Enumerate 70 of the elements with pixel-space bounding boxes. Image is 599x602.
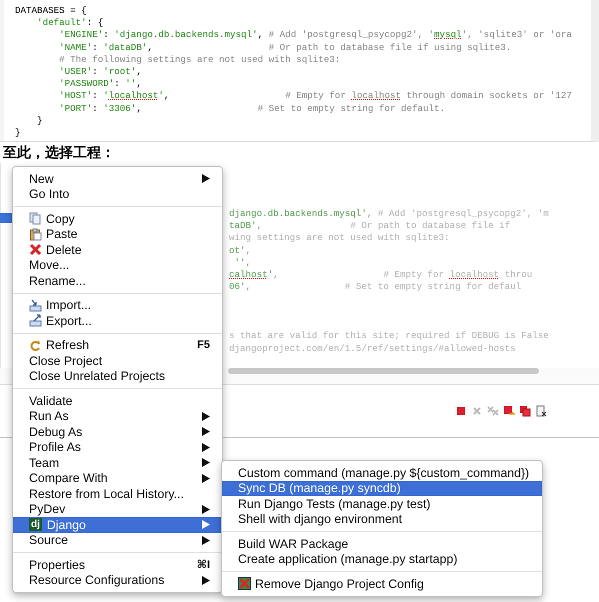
submenu-arrow-icon: [202, 576, 210, 585]
heading: 至此，选择工程：: [2, 143, 116, 162]
menu-item[interactable]: Copy: [13, 211, 222, 226]
editor-line: django.db.backends.mysql', # Add 'postgresql_psycopg2', 'm: [229, 208, 550, 220]
code-line: 'ENGINE': 'django.db.backends.mysql', # Add 'postgresql_psycopg2', 'mysql', 'sqlite3' or 'ora: [58, 29, 573, 42]
import-icon: [29, 298, 42, 312]
menu-item[interactable]: Remove Django Project Config: [222, 576, 542, 592]
menu-item[interactable]: Run As: [13, 408, 222, 424]
code-line: 'HOST': 'localhost', # Empty for localhost through domain sockets or '127: [58, 90, 573, 102]
menu-item[interactable]: Build WAR Package: [222, 536, 542, 552]
code-line: }: [36, 114, 44, 127]
code-line: DATABASES = {: [15, 5, 88, 18]
stop-icon: [455, 405, 467, 417]
editor-line: calhost', # Empty for localhost throu: [229, 268, 534, 282]
menu-item[interactable]: Properties ⌘I: [13, 557, 222, 572]
editor-line: wing settings are not used with sqlite3:: [229, 232, 451, 245]
code-line: 'PORT': '3306', # Set to empty string for default.: [58, 102, 446, 115]
close-icon: [471, 405, 483, 417]
editor-line: djangoproject.com/en/1.5/ref/settings/#allowed-hosts: [229, 342, 517, 355]
menu-item[interactable]: Go Into: [13, 186, 222, 202]
export-icon: [29, 314, 42, 328]
refresh-icon: [29, 338, 42, 352]
editor-line: taDB', # Or path to database file if: [229, 220, 512, 232]
menu-item[interactable]: Paste: [13, 226, 222, 242]
remove-config-icon: [238, 577, 251, 590]
editor-line: 06', # Set to empty string for defaul: [229, 281, 522, 294]
editor-line: s that are valid for this site; required if DEBUG is False: [229, 330, 550, 342]
menu-item[interactable]: Restore from Local History...: [13, 486, 222, 502]
delete-icon: [29, 243, 42, 256]
menu-item[interactable]: Compare With: [13, 470, 222, 486]
document-icon: [535, 405, 547, 417]
code-line: 'PASSWORD': '',: [58, 78, 143, 90]
close-all-icon: [487, 405, 499, 417]
code-line: # The following settings are not used with sqlite3:: [58, 54, 342, 66]
code-line: 'USER': 'root',: [58, 66, 143, 78]
menu-item[interactable]: Resource Configurations: [13, 572, 222, 588]
menu-item[interactable]: Validate: [13, 393, 222, 408]
menu-item[interactable]: Shell with django environment: [222, 512, 542, 527]
menu-item[interactable]: Create application (manage.py startapp): [222, 552, 542, 567]
terminate-icon: [503, 405, 515, 417]
code-line: 'default': {: [36, 17, 104, 30]
submenu-arrow-icon: [202, 174, 210, 184]
menu-item[interactable]: Export...: [13, 313, 222, 328]
menu-item[interactable]: PyDev: [13, 502, 222, 517]
stacked-windows-icon: [519, 405, 531, 417]
editor-line: '',: [234, 256, 252, 269]
django-badge: dj: [29, 518, 42, 532]
menu-item[interactable]: Close Unrelated Projects: [13, 368, 222, 384]
copy-icon: [29, 212, 42, 226]
menu-item[interactable]: Source: [13, 532, 222, 548]
menu-item[interactable]: New: [13, 171, 222, 186]
scrollbar[interactable]: [228, 368, 539, 374]
menu-item[interactable]: Move...: [13, 258, 222, 273]
menu-item[interactable]: Import...: [13, 298, 222, 313]
menu-item[interactable]: Team: [13, 455, 222, 470]
menu-item[interactable]: Profile As: [13, 440, 222, 455]
menu-item[interactable]: Debug As: [13, 424, 222, 440]
menu-item[interactable]: Close Project: [13, 353, 222, 368]
paste-icon: [29, 228, 42, 241]
menu-item[interactable]: Custom command (manage.py ${custom_command}): [222, 465, 542, 480]
menu-item[interactable]: Refresh F5: [13, 338, 222, 353]
code-line: 'NAME': 'dataDB', # Or path to database file if using sqlite3.: [58, 42, 512, 54]
menu-item[interactable]: dj Django: [13, 517, 222, 532]
code-line: }: [15, 126, 22, 140]
menu-item[interactable]: Sync DB (manage.py syncdb): [222, 480, 542, 496]
editor-line: ot',: [229, 244, 252, 257]
menu-item[interactable]: Run Django Tests (manage.py test): [222, 496, 542, 512]
menu-item[interactable]: Delete: [13, 242, 222, 258]
menu-item[interactable]: Rename...: [13, 273, 222, 288]
selection-highlight: [0, 213, 12, 223]
